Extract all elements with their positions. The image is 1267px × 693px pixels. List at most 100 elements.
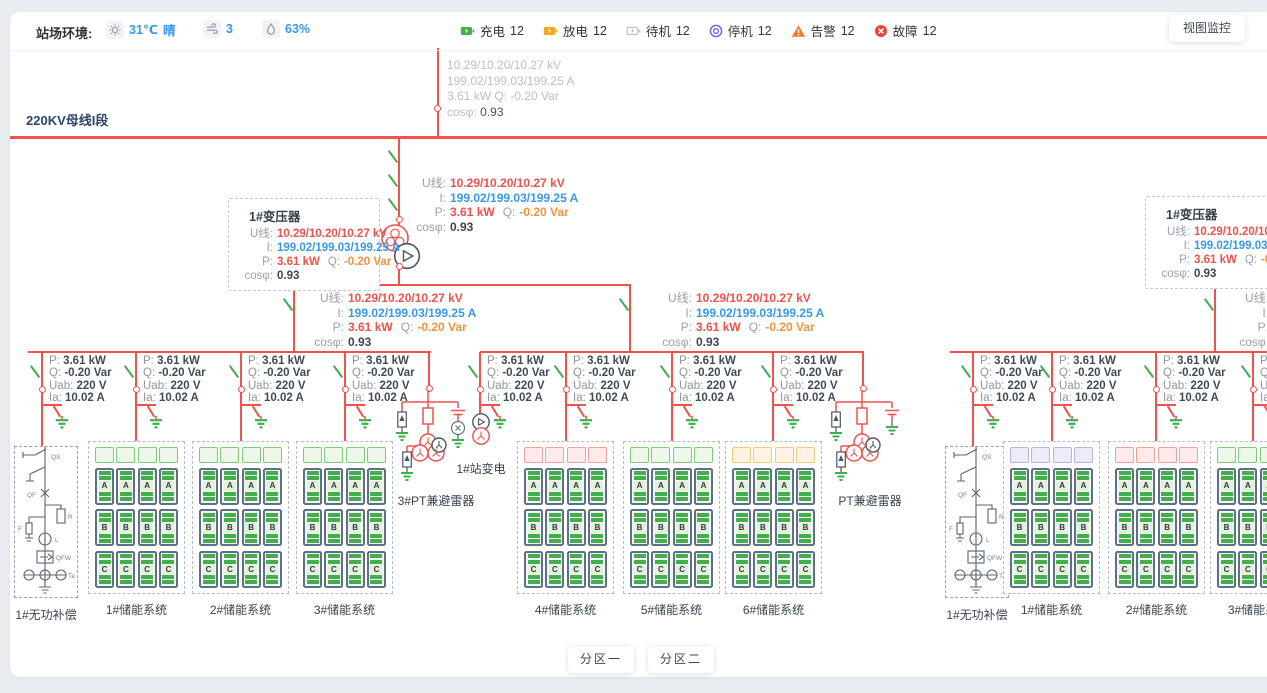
battery-rack[interactable]: B	[95, 509, 114, 546]
battery-rack[interactable]: C	[242, 551, 261, 588]
battery-rack[interactable]: C	[1179, 551, 1198, 588]
battery-rack[interactable]: B	[1179, 509, 1198, 546]
battery-rack[interactable]: C	[775, 551, 794, 588]
battery-rack[interactable]: B	[220, 509, 239, 546]
reactive-compensation-box[interactable]: QS QF R F L QFW Ta	[945, 446, 1009, 598]
disconnect-switch-icon[interactable]	[229, 365, 240, 379]
status-charge[interactable]: 充电12	[460, 21, 524, 40]
battery-rack[interactable]: B	[1136, 509, 1155, 546]
disconnect-switch-icon[interactable]	[761, 365, 772, 379]
disconnect-switch-icon[interactable]	[283, 298, 294, 312]
battery-rack[interactable]: B	[346, 509, 365, 546]
battery-rack[interactable]: A	[303, 468, 322, 505]
battery-rack[interactable]: C	[346, 551, 365, 588]
battery-rack[interactable]: B	[1115, 509, 1134, 546]
battery-rack[interactable]: A	[1031, 468, 1050, 505]
battery-rack[interactable]: B	[1031, 509, 1050, 546]
battery-rack[interactable]: C	[367, 551, 386, 588]
battery-rack[interactable]: C	[753, 551, 772, 588]
storage-system[interactable]: AAAABBBBCCCC 6#储能系统	[725, 441, 822, 618]
battery-rack[interactable]: A	[651, 468, 670, 505]
battery-rack[interactable]: A	[588, 468, 607, 505]
battery-rack[interactable]: B	[1217, 509, 1236, 546]
battery-rack[interactable]: B	[242, 509, 261, 546]
battery-rack[interactable]: C	[1053, 551, 1072, 588]
battery-rack[interactable]: B	[159, 509, 178, 546]
battery-rack[interactable]: A	[1053, 468, 1072, 505]
battery-rack[interactable]: B	[567, 509, 586, 546]
battery-rack[interactable]: B	[732, 509, 751, 546]
station-transformer-symbol[interactable]	[470, 412, 492, 448]
battery-rack[interactable]: C	[1217, 551, 1236, 588]
battery-rack[interactable]: B	[524, 509, 543, 546]
disconnect-switch-icon[interactable]	[1204, 298, 1215, 312]
battery-rack[interactable]: B	[651, 509, 670, 546]
disconnect-switch-icon[interactable]	[619, 298, 630, 312]
battery-rack[interactable]: C	[138, 551, 157, 588]
partition-one-button[interactable]: 分区一	[568, 646, 634, 673]
battery-rack[interactable]: A	[732, 468, 751, 505]
battery-rack[interactable]: C	[524, 551, 543, 588]
battery-rack[interactable]: A	[673, 468, 692, 505]
battery-rack[interactable]: C	[1010, 551, 1029, 588]
battery-rack[interactable]: B	[775, 509, 794, 546]
battery-rack[interactable]: B	[199, 509, 218, 546]
reactive-compensation-box[interactable]: QS QF R F L QFW Ta	[14, 446, 78, 598]
battery-rack[interactable]: C	[651, 551, 670, 588]
battery-rack[interactable]: A	[199, 468, 218, 505]
partition-two-button[interactable]: 分区二	[648, 646, 714, 673]
storage-system[interactable]: AAAABBBBCCCC 3#储能系统	[296, 441, 393, 618]
battery-rack[interactable]: A	[1115, 468, 1134, 505]
view-monitor-button[interactable]: 视图监控	[1169, 15, 1245, 42]
battery-rack[interactable]: A	[116, 468, 135, 505]
battery-rack[interactable]: C	[116, 551, 135, 588]
battery-rack[interactable]: B	[1260, 509, 1267, 546]
battery-rack[interactable]: C	[1074, 551, 1093, 588]
battery-rack[interactable]: A	[220, 468, 239, 505]
battery-rack[interactable]: A	[1074, 468, 1093, 505]
battery-rack[interactable]: C	[545, 551, 564, 588]
pt-arrester-symbol[interactable]	[828, 390, 912, 490]
status-fault[interactable]: 故障12	[874, 21, 937, 40]
battery-rack[interactable]: A	[138, 468, 157, 505]
status-discharge[interactable]: 放电12	[543, 21, 607, 40]
battery-rack[interactable]: A	[567, 468, 586, 505]
status-stopped[interactable]: 停机12	[709, 21, 772, 40]
status-alarm[interactable]: 告警12	[791, 21, 855, 40]
battery-rack[interactable]: C	[1115, 551, 1134, 588]
battery-rack[interactable]: A	[630, 468, 649, 505]
battery-rack[interactable]: B	[694, 509, 713, 546]
battery-rack[interactable]: C	[324, 551, 343, 588]
battery-rack[interactable]: A	[524, 468, 543, 505]
battery-rack[interactable]: B	[263, 509, 282, 546]
battery-rack[interactable]: C	[1238, 551, 1257, 588]
battery-rack[interactable]: A	[346, 468, 365, 505]
battery-rack[interactable]: A	[753, 468, 772, 505]
battery-rack[interactable]: C	[1031, 551, 1050, 588]
battery-rack[interactable]: B	[630, 509, 649, 546]
battery-rack[interactable]: B	[367, 509, 386, 546]
battery-rack[interactable]: B	[753, 509, 772, 546]
battery-rack[interactable]: B	[545, 509, 564, 546]
battery-rack[interactable]: A	[1158, 468, 1177, 505]
battery-rack[interactable]: A	[95, 468, 114, 505]
disconnect-switch-icon[interactable]	[961, 365, 972, 379]
battery-rack[interactable]: C	[1260, 551, 1267, 588]
storage-system[interactable]: AAAABBBBCCCC 2#储能系统	[192, 441, 289, 618]
battery-rack[interactable]: A	[796, 468, 815, 505]
battery-rack[interactable]: A	[1238, 468, 1257, 505]
battery-rack[interactable]: A	[159, 468, 178, 505]
battery-rack[interactable]: C	[567, 551, 586, 588]
battery-rack[interactable]: C	[159, 551, 178, 588]
battery-rack[interactable]: A	[1179, 468, 1198, 505]
battery-rack[interactable]: B	[1074, 509, 1093, 546]
battery-rack[interactable]: B	[1158, 509, 1177, 546]
battery-rack[interactable]: B	[138, 509, 157, 546]
battery-rack[interactable]: A	[775, 468, 794, 505]
battery-rack[interactable]: C	[303, 551, 322, 588]
battery-rack[interactable]: A	[324, 468, 343, 505]
battery-rack[interactable]: C	[673, 551, 692, 588]
battery-rack[interactable]: C	[588, 551, 607, 588]
disconnect-switch-icon[interactable]	[1144, 365, 1155, 379]
battery-rack[interactable]: C	[220, 551, 239, 588]
